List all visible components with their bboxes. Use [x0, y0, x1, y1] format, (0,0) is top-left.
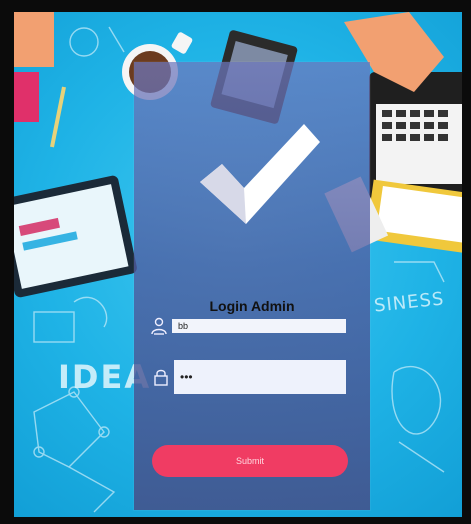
- username-input[interactable]: [172, 319, 346, 333]
- password-input[interactable]: [174, 360, 346, 394]
- background-illustration: IDEA SINESS Login Admin Submit: [14, 12, 462, 517]
- user-icon: [151, 317, 167, 335]
- window-frame: IDEA SINESS Login Admin Submit: [0, 0, 471, 524]
- login-card: Login Admin Submit: [134, 62, 370, 510]
- checkmark-icon: [200, 124, 320, 224]
- hand-illustration-left: [14, 12, 54, 122]
- submit-button[interactable]: Submit: [152, 445, 348, 477]
- tablet-illustration: [14, 175, 137, 298]
- lock-icon: [154, 369, 168, 386]
- pencil-illustration: [50, 86, 66, 148]
- login-title: Login Admin: [209, 298, 295, 314]
